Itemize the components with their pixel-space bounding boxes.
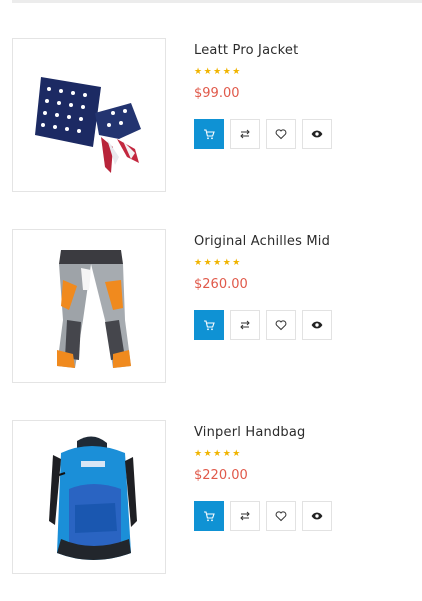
product-image[interactable]: [12, 420, 166, 574]
backpack-image: [49, 436, 137, 560]
product-card: Original Achilles Mid ★★★★★ $260.00: [0, 229, 422, 389]
eye-icon: [311, 512, 323, 520]
wishlist-button[interactable]: [266, 501, 296, 531]
add-to-cart-button[interactable]: [194, 119, 224, 149]
add-to-cart-button[interactable]: [194, 310, 224, 340]
quick-view-button[interactable]: [302, 310, 332, 340]
compare-icon: [240, 129, 250, 139]
eye-icon: [311, 130, 323, 138]
product-image[interactable]: [12, 38, 166, 192]
bandana-image: [35, 77, 141, 173]
product-image[interactable]: [12, 229, 166, 383]
compare-button[interactable]: [230, 119, 260, 149]
pants-image: [57, 250, 131, 368]
quick-view-button[interactable]: [302, 501, 332, 531]
wishlist-button[interactable]: [266, 119, 296, 149]
heart-icon: [275, 511, 287, 522]
cart-icon: [204, 320, 215, 331]
eye-icon: [311, 321, 323, 329]
wishlist-button[interactable]: [266, 310, 296, 340]
product-price: $260.00: [194, 277, 248, 292]
cart-icon: [204, 129, 215, 140]
rating-stars: ★★★★★: [194, 449, 242, 459]
compare-button[interactable]: [230, 501, 260, 531]
top-divider: [12, 0, 422, 3]
product-actions: [194, 119, 332, 149]
product-card: Leatt Pro Jacket ★★★★★ $99.00: [0, 38, 422, 198]
product-actions: [194, 501, 332, 531]
product-title[interactable]: Vinperl Handbag: [194, 425, 306, 440]
rating-stars: ★★★★★: [194, 67, 242, 77]
product-title[interactable]: Leatt Pro Jacket: [194, 43, 298, 58]
compare-icon: [240, 320, 250, 330]
cart-icon: [204, 511, 215, 522]
product-card: Vinperl Handbag ★★★★★ $220.00: [0, 420, 422, 580]
heart-icon: [275, 129, 287, 140]
heart-icon: [275, 320, 287, 331]
product-actions: [194, 310, 332, 340]
product-price: $99.00: [194, 86, 240, 101]
add-to-cart-button[interactable]: [194, 501, 224, 531]
quick-view-button[interactable]: [302, 119, 332, 149]
compare-button[interactable]: [230, 310, 260, 340]
rating-stars: ★★★★★: [194, 258, 242, 268]
product-price: $220.00: [194, 468, 248, 483]
product-title[interactable]: Original Achilles Mid: [194, 234, 330, 249]
compare-icon: [240, 511, 250, 521]
